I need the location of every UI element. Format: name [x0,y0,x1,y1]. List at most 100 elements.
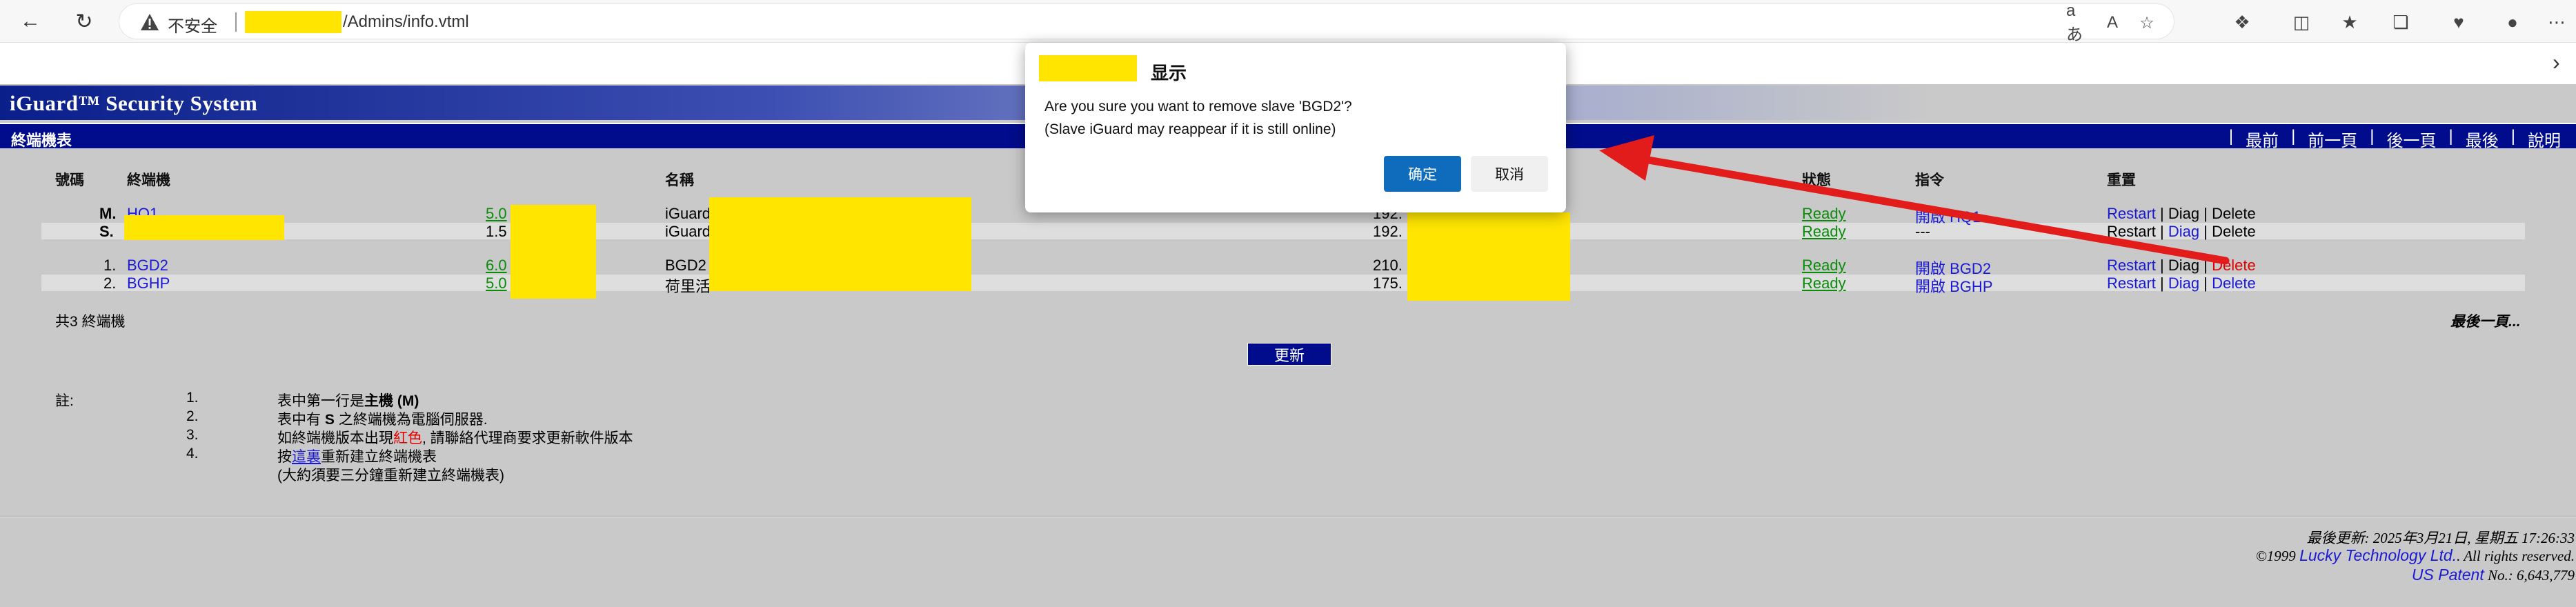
delete-link[interactable]: Delete [2212,223,2256,240]
restart-link[interactable]: Restart [2107,223,2156,240]
reset-actions: Restart | Diag | Delete [2107,223,2256,240]
version-link[interactable]: 5.0 [486,205,507,223]
redaction-block [709,197,971,291]
notes-label: 註: [55,393,74,409]
terminal-link[interactable]: BGHP [127,275,170,292]
status-ready[interactable]: Ready [1802,257,1846,275]
company-link[interactable]: Lucky Technology Ltd. [2299,546,2457,564]
pagination-nav: | 最前 | 前一頁 | 後一頁 | 最後 | 說明 [2228,127,2561,151]
nav-help[interactable]: 說明 [2528,127,2561,151]
warning-icon[interactable] [140,12,159,32]
diag-link[interactable]: Diag [2168,205,2199,222]
header-command: 指令 [1915,172,1944,188]
terminal-ip: 210. [1373,257,1403,274]
version-text: 1.5 [486,223,507,240]
command-none: --- [1915,223,1930,240]
restart-link[interactable]: Restart [2107,275,2156,292]
note-text: 表中第一行是主機 (M) [277,393,419,409]
browser-toolbar: ← ↻ 不安全 /Admins/info.vtml aあ A ☆ ❖ ◫ ★ ❏… [0,0,2576,44]
update-button[interactable]: 更新 [1247,343,1331,366]
terminal-ip: 175. [1373,275,1403,292]
section-title: 終端機表 [11,132,72,149]
browser-essentials-icon[interactable]: ♥ [2445,8,2473,36]
note-number: 3. [186,427,199,443]
read-aloud-icon[interactable]: aあ [2066,1,2090,44]
address-divider [235,12,237,32]
profile-icon[interactable]: ● [2499,8,2526,36]
row-num: 1. [103,257,117,274]
terminal-name: iGuard [665,205,711,222]
nav-next[interactable]: 後一頁 [2387,127,2437,151]
header-terminal: 終端機 [127,172,170,188]
redaction-block [124,215,284,240]
note-number: 2. [186,408,199,424]
row-num: 2. [103,275,117,292]
rebuild-link[interactable]: 這裏 [292,449,321,465]
note-text: 如終端機版本出現紅色, 請聯絡代理商要求更新軟件版本 [277,430,633,446]
note-number: 4. [186,446,199,461]
extensions-icon[interactable]: ❖ [2228,8,2256,36]
url-path[interactable]: /Admins/info.vtml [343,12,469,32]
reset-actions: Restart | Diag | Delete [2107,205,2256,222]
favorite-star-icon[interactable]: ☆ [2135,11,2159,34]
open-command-link[interactable]: 開啟 BGHP [1915,275,1993,297]
ok-button[interactable]: 确定 [1384,156,1461,192]
nav-prev[interactable]: 前一頁 [2308,127,2357,151]
back-icon[interactable]: ← [14,6,47,37]
diag-link[interactable]: Diag [2168,275,2199,292]
delete-link[interactable]: Delete [2212,257,2256,274]
diag-link[interactable]: Diag [2168,257,2199,274]
last-page-link[interactable]: 最後一頁... [2450,310,2521,331]
note-extra: (大約須要三分鐘重新建立終端機表) [277,468,504,484]
restart-link[interactable]: Restart [2107,257,2156,274]
delete-link[interactable]: Delete [2212,205,2256,222]
redacted-host [245,11,341,33]
diag-link[interactable]: Diag [2168,223,2199,240]
reset-actions: Restart | Diag | Delete [2107,275,2256,292]
redaction-block [1407,212,1570,301]
terminal-count: 共3 終端機 [55,314,126,330]
header-name: 名稱 [665,172,694,188]
reload-icon[interactable]: ↻ [68,6,101,37]
header-num: 號碼 [55,172,84,188]
version-link[interactable]: 5.0 [486,275,507,292]
insecure-label[interactable]: 不安全 [168,12,217,37]
favorites-icon[interactable]: ★ [2336,8,2364,36]
note-text: 表中有 S 之終端機為電腦伺服器. [277,412,488,428]
status-ready[interactable]: Ready [1802,223,1846,241]
terminal-name: iGuard [665,223,711,240]
terminal-link[interactable]: BGD2 [127,257,168,275]
redaction-block [511,205,596,299]
restart-link[interactable]: Restart [2107,205,2156,222]
address-bar[interactable]: 不安全 /Admins/info.vtml aあ A ☆ [119,1,2174,44]
cancel-button[interactable]: 取消 [1471,156,1548,192]
patent: US Patent No.: 6,643,779 [2411,566,2575,584]
terminal-ip: 192. [1373,223,1403,240]
redaction-block [1039,55,1137,81]
note-text: 按這裏重新建立終端機表 [277,449,437,465]
split-screen-icon[interactable]: ◫ [2288,8,2315,36]
confirm-dialog: 显示 Are you sure you want to remove slave… [1025,43,1566,212]
dialog-message: Are you sure you want to remove slave 'B… [1044,99,1352,137]
app-title: iGuard™ Security System [10,91,258,115]
reset-actions: Restart | Diag | Delete [2107,257,2256,274]
row-num: S. [99,223,114,240]
version-link[interactable]: 6.0 [486,257,507,275]
delete-link[interactable]: Delete [2212,275,2256,292]
more-icon[interactable]: ⋯ [2543,8,2570,36]
terminal-name: 荷里活 [665,278,711,295]
last-update: 最後更新: 2025年3月21日, 星期五 17:26:33 [2306,530,2575,546]
header-status: 狀態 [1802,172,1831,188]
note-number: 1. [186,390,199,406]
patent-link[interactable]: US Patent [2412,566,2484,584]
copyright: ©1999 Lucky Technology Ltd.. All rights … [2255,546,2575,564]
chevron-right-icon[interactable]: › [2553,50,2560,75]
status-ready[interactable]: Ready [1802,205,1846,223]
nav-last[interactable]: 最後 [2466,127,2499,151]
status-ready[interactable]: Ready [1802,275,1846,292]
terminal-name: BGD2 [665,257,706,274]
nav-first[interactable]: 最前 [2246,127,2279,151]
text-size-icon[interactable]: A [2101,11,2124,34]
collections-icon[interactable]: ❏ [2387,8,2415,36]
divider [0,516,2576,517]
